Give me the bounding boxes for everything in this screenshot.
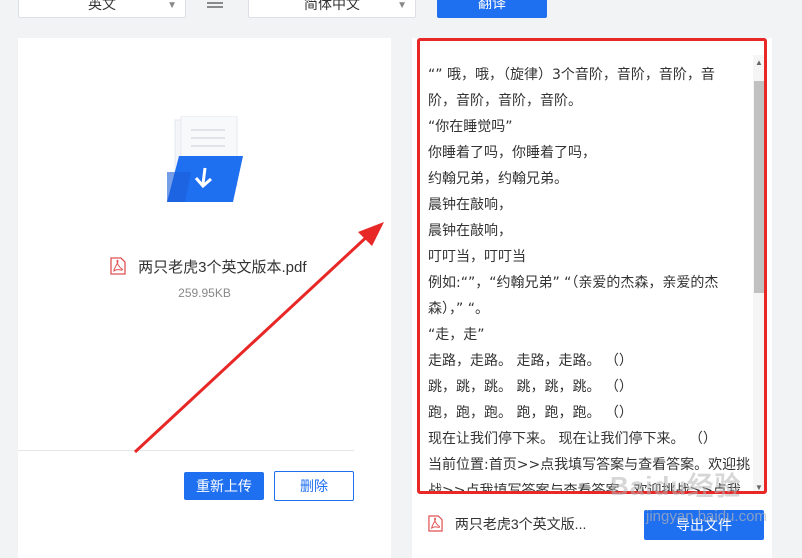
divider: [18, 450, 354, 451]
target-language-value: 简体中文: [304, 0, 360, 12]
translation-line: 阶，音阶，音阶，音阶。: [428, 93, 582, 109]
baidu-watermark-url: jingyan.baidu.com: [646, 508, 767, 525]
translation-line: 晨钟在敲响，: [428, 197, 512, 213]
translation-line: 走路，走路。 走路，走路。 （）: [428, 353, 633, 369]
translation-line: 晨钟在敲响，: [428, 223, 512, 239]
chevron-down-icon: ▼: [167, 0, 177, 11]
translation-line: 你睡着了吗，你睡着了吗，: [428, 145, 596, 161]
source-language-select[interactable]: 英文 ▼: [18, 0, 186, 18]
document-download-icon: [167, 116, 243, 202]
result-file-name: 两只老虎3个英文版...: [454, 516, 587, 532]
file-name: 两只老虎3个英文版本.pdf: [138, 259, 307, 276]
translation-line: 跑，跑，跑。 跑，跑，跑。 （）: [428, 405, 633, 421]
scroll-up-icon[interactable]: ▲: [755, 58, 763, 67]
translation-line: 例如:“”，“约翰兄弟” “（亲爱的杰森，亲爱的杰: [428, 275, 719, 291]
pdf-file-icon: [110, 257, 126, 275]
scroll-down-icon[interactable]: ▼: [755, 483, 763, 491]
scrollbar-thumb[interactable]: [754, 81, 764, 293]
translation-text: “” 哦，哦，（旋律）3个音阶，音阶，音阶，音 阶，音阶，音阶，音阶。 “你在睡觉吗…: [428, 62, 752, 491]
delete-button[interactable]: 删除: [274, 471, 354, 501]
translation-line: “你在睡觉吗”: [428, 119, 513, 135]
reupload-button[interactable]: 重新上传: [184, 472, 264, 500]
pdf-file-icon: [428, 515, 443, 532]
file-size: 259.95KB: [178, 286, 231, 300]
result-file: 两只老虎3个英文版...: [428, 514, 586, 534]
translation-line: 叮叮当，叮叮当: [428, 249, 526, 265]
translation-line: 约翰兄弟，约翰兄弟。: [428, 171, 568, 187]
translation-line: “” 哦，哦，（旋律）3个音阶，音阶，音阶，音: [428, 67, 715, 83]
chevron-down-icon: ▼: [397, 0, 407, 11]
source-language-value: 英文: [88, 0, 116, 12]
translation-line: 现在让我们停下来。 现在让我们停下来。 （）: [428, 431, 717, 447]
vertical-scrollbar[interactable]: ▲ ▼: [753, 55, 764, 491]
translation-result-box[interactable]: “” 哦，哦，（旋律）3个音阶，音阶，音阶，音 阶，音阶，音阶，音阶。 “你在睡觉吗…: [417, 38, 767, 494]
translation-line: “走，走”: [428, 327, 485, 343]
translation-line: 跳，跳，跳。 跳，跳，跳。 （）: [428, 379, 633, 395]
target-language-select[interactable]: 简体中文 ▼: [248, 0, 416, 18]
translation-line: 森），” “。: [428, 301, 489, 317]
swap-languages-icon[interactable]: [206, 0, 224, 10]
uploaded-file: 两只老虎3个英文版本.pdf: [110, 256, 307, 277]
baidu-watermark: Baidu经验: [610, 471, 742, 501]
translate-button[interactable]: 翻译: [437, 0, 547, 18]
